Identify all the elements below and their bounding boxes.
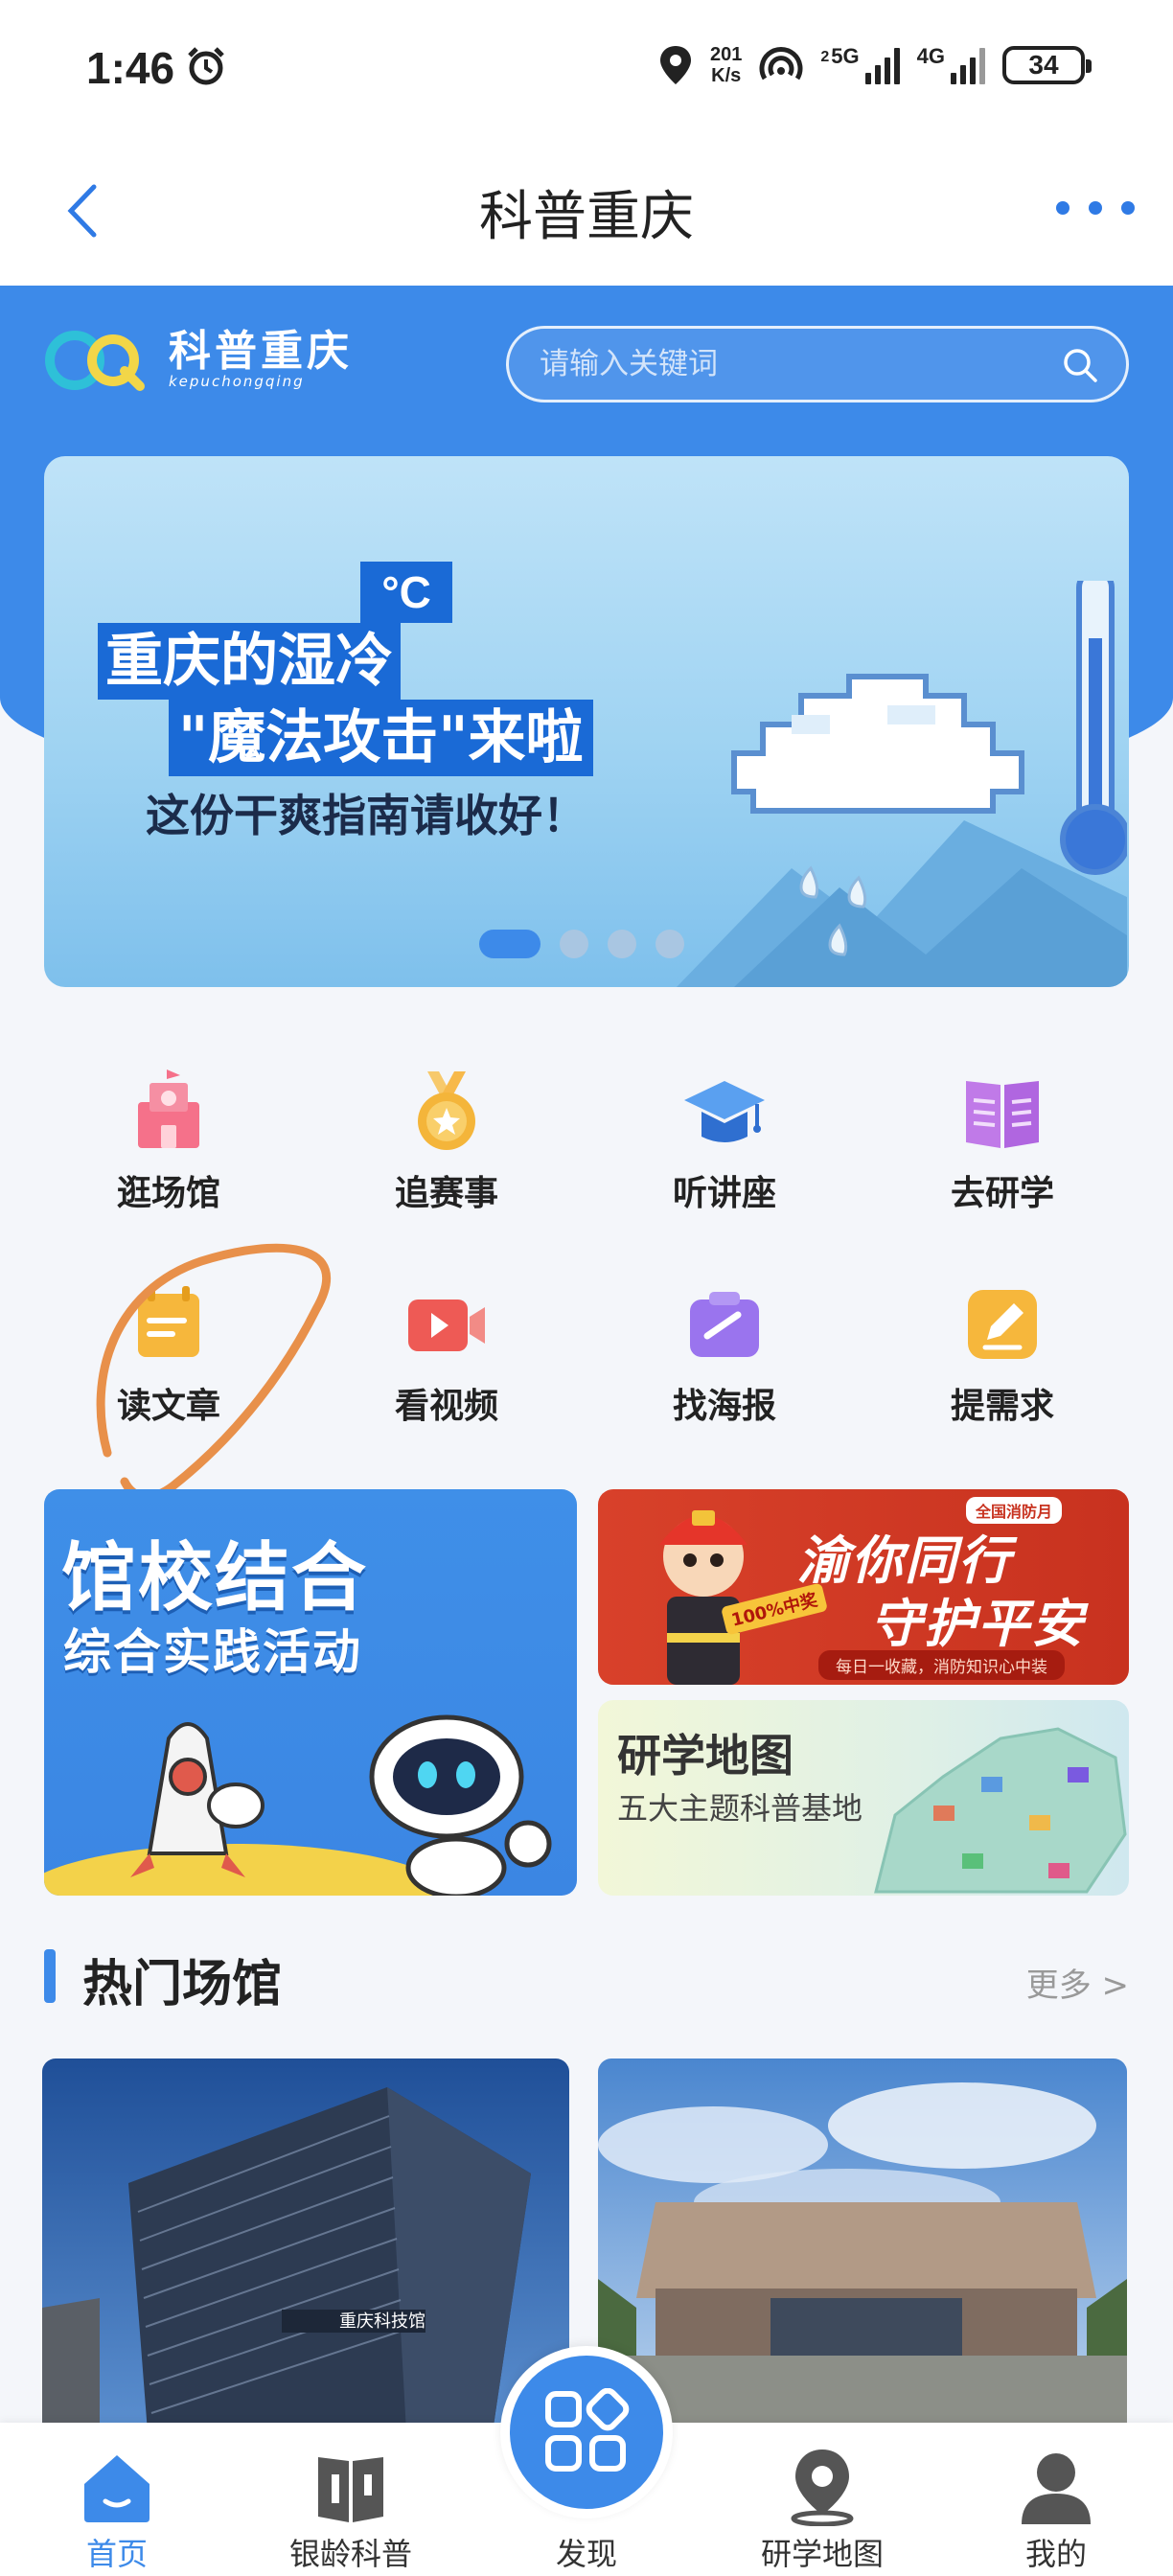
more-options-icon[interactable] <box>1056 189 1135 227</box>
logo-icon <box>45 331 145 391</box>
carousel-dot[interactable] <box>608 930 636 958</box>
grid-item-events[interactable]: 追赛事 <box>351 1068 542 1213</box>
grid-label: 听讲座 <box>672 1174 776 1213</box>
venue-card-science-museum[interactable]: 重庆科技馆 <box>42 2058 569 2432</box>
net-speed-unit: K/s <box>711 65 742 86</box>
grid-item-venues[interactable]: 逛场馆 <box>73 1068 264 1213</box>
section-accent-bar <box>44 1949 56 2003</box>
profile-icon <box>1022 2453 1091 2524</box>
location-pin-icon <box>791 2450 854 2526</box>
banner-carousel[interactable]: °C 重庆的湿冷 "魔法攻击"来啦 这份干爽指南请收好！ <box>44 456 1129 987</box>
grid-item-posters[interactable]: 找海报 <box>629 1280 820 1426</box>
grid-item-study[interactable]: 去研学 <box>907 1068 1098 1213</box>
carousel-indicators <box>479 930 684 958</box>
promo-subtitle: 五大主题科普基地 <box>617 1790 863 1827</box>
poster-icon <box>690 1292 759 1357</box>
venue-photo <box>598 2058 1127 2432</box>
section-more-link[interactable]: 更多 > <box>1026 1959 1129 2006</box>
open-book-icon <box>966 1081 1039 1148</box>
rocket-robot-illustration <box>44 1714 552 1896</box>
banner-headline-1: 重庆的湿冷 <box>98 623 401 700</box>
book-icon <box>318 2457 383 2522</box>
grid-item-lectures[interactable]: 听讲座 <box>629 1068 820 1213</box>
status-indicators: 201 K/s 2 5G 4G 34 <box>658 40 1092 90</box>
discover-button[interactable] <box>500 2346 673 2518</box>
nav-label: 银龄科普 <box>288 2536 412 2572</box>
venue-card-exhibition-hall[interactable] <box>598 2058 1127 2432</box>
app-logo: 科普重庆 kepuchongqing <box>44 324 353 397</box>
nav-senior-science[interactable]: 银龄科普 <box>255 2423 447 2576</box>
nav-label: 首页 <box>85 2536 148 2572</box>
promo-title-2: 守护平安 <box>870 1594 1085 1654</box>
section-title: 热门场馆 <box>82 1956 283 2013</box>
grid-label: 读文章 <box>116 1387 220 1426</box>
nav-profile[interactable]: 我的 <box>960 2423 1152 2576</box>
edit-request-icon <box>968 1290 1037 1359</box>
carousel-dot-active[interactable] <box>479 930 540 958</box>
firefighter-mascot-illustration <box>659 1510 748 1685</box>
promo-card-school-museum[interactable]: 馆校结合 综合实践活动 <box>44 1489 577 1896</box>
battery-indicator: 34 <box>1002 46 1092 84</box>
net-speed: 201 K/s <box>710 44 742 86</box>
signal-strength-2-icon <box>951 46 985 84</box>
venue-photo: 重庆科技馆 <box>42 2058 569 2432</box>
graduation-cap-icon <box>684 1081 765 1142</box>
nav-label: 研学地图 <box>760 2536 884 2572</box>
nav-label: 我的 <box>1024 2536 1087 2572</box>
grid-item-videos[interactable]: 看视频 <box>351 1280 542 1426</box>
logo-title: 科普重庆 <box>169 327 353 376</box>
venue-sign: 重庆科技馆 <box>339 2312 426 2332</box>
sim1-network: 5G <box>831 44 860 68</box>
banner-degree-badge: °C <box>360 562 452 623</box>
banner-headline-2: "魔法攻击"来啦 <box>169 700 593 776</box>
sim1-index: 2 <box>820 49 830 65</box>
promo-title: 馆校结合 <box>61 1535 369 1622</box>
promo-card-fire-safety[interactable]: 全国消防月 渝你同行 守护平安 100%中奖 每日一收藏，消防知识心中装 <box>598 1489 1129 1685</box>
hotspot-icon <box>759 47 803 80</box>
grid-label: 看视频 <box>394 1387 498 1426</box>
grid-label: 去研学 <box>950 1174 1054 1213</box>
grid-item-requests[interactable]: 提需求 <box>907 1280 1098 1426</box>
nav-home[interactable]: 首页 <box>21 2423 213 2576</box>
discover-icon <box>545 2388 630 2472</box>
grid-item-articles[interactable]: 读文章 <box>73 1280 264 1426</box>
page-title: 科普重庆 <box>479 186 694 248</box>
nav-label-discover: 发现 <box>555 2536 617 2572</box>
search-icon[interactable] <box>1061 346 1099 384</box>
search-box[interactable] <box>506 326 1129 402</box>
promo-footer: 每日一收藏，消防知识心中装 <box>818 1650 1065 1680</box>
study-map-illustration <box>874 1727 1127 1894</box>
carousel-dot[interactable] <box>656 930 684 958</box>
promo-card-study-map[interactable]: 研学地图 五大主题科普基地 <box>598 1700 1129 1896</box>
medal-icon <box>418 1071 475 1150</box>
article-icon <box>138 1286 199 1357</box>
promo-title: 研学地图 <box>617 1730 794 1782</box>
alarm-icon <box>188 47 224 85</box>
signal-strength-1-icon <box>864 46 900 84</box>
banner-subline: 这份干爽指南请收好！ <box>146 790 586 841</box>
grid-label: 找海报 <box>672 1387 776 1426</box>
museum-icon <box>138 1070 199 1148</box>
location-icon <box>660 46 691 84</box>
cloud-thermometer-illustration <box>677 581 1127 987</box>
home-icon <box>84 2455 150 2522</box>
grid-label: 提需求 <box>950 1387 1054 1426</box>
status-time: 1:46 <box>86 43 175 93</box>
carousel-dot[interactable] <box>560 930 588 958</box>
grid-label: 逛场馆 <box>116 1174 220 1213</box>
grid-label: 追赛事 <box>394 1174 498 1213</box>
search-input[interactable] <box>540 329 1038 400</box>
nav-study-map[interactable]: 研学地图 <box>726 2423 918 2576</box>
sim2-network: 4G <box>916 44 945 68</box>
net-speed-value: 201 <box>710 44 743 65</box>
video-icon <box>408 1300 485 1351</box>
title-bar: 科普重庆 <box>0 139 1173 286</box>
status-bar: 1:46 201 K/s 2 5G 4G 34 <box>0 0 1173 139</box>
